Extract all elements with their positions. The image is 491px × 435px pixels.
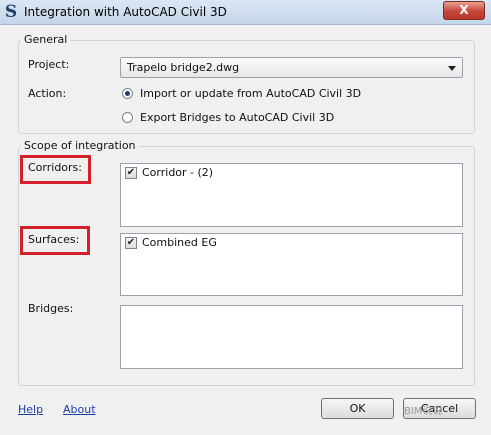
import-radio-option[interactable]: Import or update from AutoCAD Civil 3D — [122, 87, 361, 103]
general-legend: General — [21, 33, 71, 46]
bridges-label: Bridges: — [28, 302, 74, 315]
bridges-list[interactable] — [120, 305, 463, 369]
checkmark-icon: ✔ — [126, 237, 136, 248]
export-radio-label: Export Bridges to AutoCAD Civil 3D — [140, 111, 335, 124]
chevron-down-icon — [448, 66, 456, 71]
project-dropdown[interactable]: Trapelo bridge2.dwg — [120, 57, 463, 78]
surfaces-list[interactable]: ✔ Combined EG — [120, 233, 463, 296]
corridors-highlight — [20, 155, 91, 184]
window-title: Integration with AutoCAD Civil 3D — [24, 5, 227, 19]
watermark: BIM说说 — [404, 406, 443, 417]
ok-button[interactable]: OK — [321, 398, 394, 419]
import-radio-label: Import or update from AutoCAD Civil 3D — [140, 87, 362, 100]
corridor-item-label: Corridor - (2) — [142, 166, 214, 179]
corridor-checkbox[interactable]: ✔ — [125, 167, 137, 179]
export-radio[interactable] — [122, 112, 133, 123]
about-link[interactable]: About — [63, 403, 96, 416]
checkmark-icon: ✔ — [126, 167, 136, 178]
export-radio-option[interactable]: Export Bridges to AutoCAD Civil 3D — [122, 111, 334, 127]
scope-legend: Scope of integration — [21, 139, 139, 152]
import-radio[interactable] — [122, 88, 133, 99]
corridors-list[interactable]: ✔ Corridor - (2) — [120, 163, 463, 227]
surface-checkbox[interactable]: ✔ — [125, 237, 137, 249]
close-button[interactable]: X — [443, 1, 485, 20]
surface-item-label: Combined EG — [142, 236, 217, 249]
app-logo-icon: S — [4, 2, 18, 22]
title-bar[interactable]: S Integration with AutoCAD Civil 3D X — [0, 0, 491, 25]
surfaces-highlight — [20, 226, 90, 255]
project-value: Trapelo bridge2.dwg — [127, 61, 240, 74]
project-label: Project: — [28, 58, 70, 71]
help-link[interactable]: Help — [18, 403, 43, 416]
action-label: Action: — [28, 87, 67, 100]
close-icon: X — [459, 3, 469, 17]
